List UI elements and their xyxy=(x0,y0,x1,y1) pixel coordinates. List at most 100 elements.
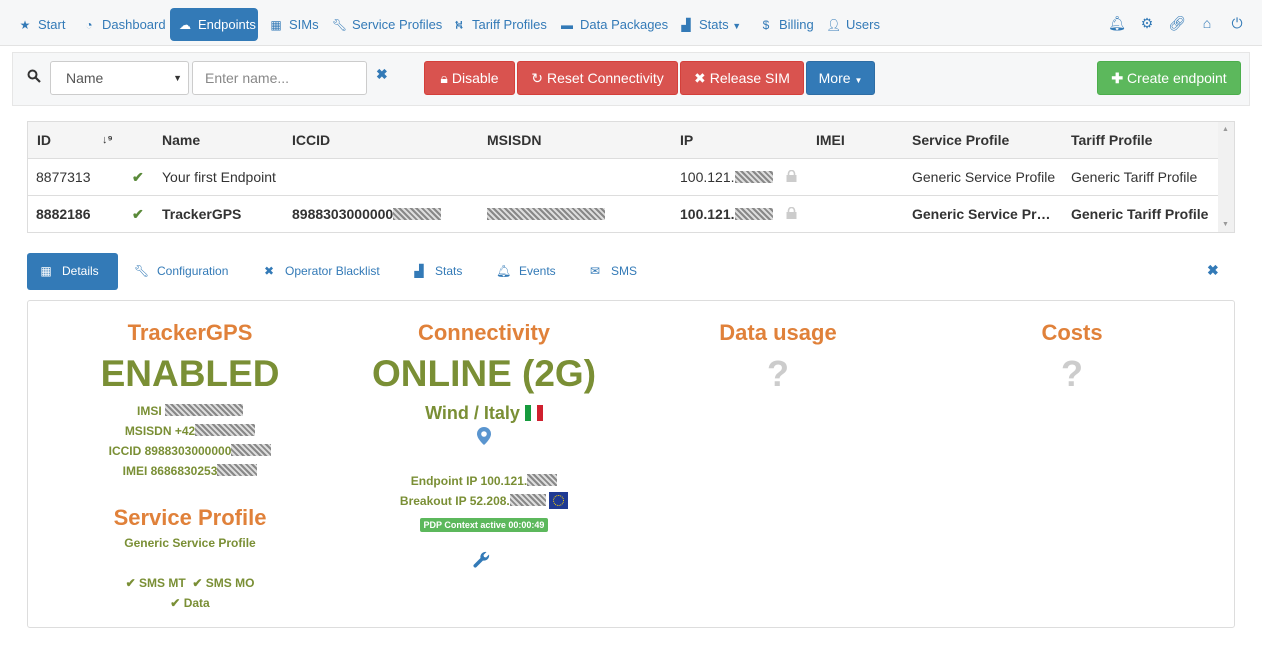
msisdn-line: MSISDN +42 xyxy=(60,424,320,438)
nav-users[interactable]: 👤︎ Users xyxy=(818,8,890,41)
nav-start[interactable]: ★ Start xyxy=(10,8,75,41)
nav-billing[interactable]: $ Billing xyxy=(751,8,824,41)
tab-details[interactable]: ▦ Details xyxy=(27,253,118,290)
column-header-msisdn[interactable]: MSISDN xyxy=(487,122,541,159)
plus-icon: ✚ xyxy=(1111,70,1124,86)
check-icon: ✔ xyxy=(132,169,144,185)
more-dropdown-button[interactable]: More ▼ xyxy=(806,61,875,95)
column-header-service-profile[interactable]: Service Profile xyxy=(912,122,1009,159)
costs-title: Costs xyxy=(1041,320,1103,345)
column-header-tariff-profile[interactable]: Tariff Profile xyxy=(1071,122,1152,159)
check-icon: ✔ xyxy=(170,596,181,610)
table-row[interactable]: 8877313 ✔ Your first Endpoint 100.121. G… xyxy=(28,159,1219,196)
x-icon: ✖ xyxy=(263,264,275,278)
nav-stats[interactable]: ▟ Stats ▼ xyxy=(671,8,751,41)
star-icon: ★ xyxy=(19,18,31,32)
search-icon xyxy=(27,69,41,83)
bar-chart-icon: ▟ xyxy=(414,264,424,278)
tab-sms[interactable]: ✉ SMS xyxy=(576,253,649,290)
check-icon: ✔ xyxy=(192,576,203,590)
imei-line: IMEI 8686830253 xyxy=(60,464,320,478)
grid-icon: ▦ xyxy=(40,264,52,278)
scroll-down-icon[interactable]: ▼ xyxy=(1222,221,1229,228)
check-icon: ✔ xyxy=(125,576,136,590)
cell-msisdn xyxy=(487,196,605,232)
redacted-text xyxy=(195,424,256,436)
cell-tariff-profile: Generic Tariff Profile xyxy=(1071,206,1209,222)
sort-icon[interactable]: ↓⁹ xyxy=(102,122,113,159)
wrench-icon: 🔧︎ xyxy=(134,264,150,278)
column-header-name[interactable]: Name xyxy=(162,122,200,159)
user-icon: 👤︎ xyxy=(826,18,842,32)
cell-id: 8877313 xyxy=(36,169,91,185)
redacted-text xyxy=(734,208,773,220)
tab-operator-blacklist[interactable]: ✖ Operator Blacklist xyxy=(250,253,392,290)
create-endpoint-button[interactable]: ✚ Create endpoint xyxy=(1097,61,1241,95)
name-search-input[interactable] xyxy=(192,61,367,95)
endpoints-table: ID ↓⁹ Name ICCID MSISDN IP IMEI Service … xyxy=(27,121,1235,233)
caret-down-icon: ▼ xyxy=(732,21,742,31)
table-scrollbar[interactable]: ▲ ▼ xyxy=(1218,122,1234,232)
cell-ip: 100.121. xyxy=(680,196,773,232)
endpoint-title: TrackerGPS xyxy=(127,320,253,345)
nav-endpoints[interactable]: ☁ Endpoints xyxy=(170,8,258,41)
column-header-iccid[interactable]: ICCID xyxy=(292,122,330,159)
costs-value: ? xyxy=(1061,353,1083,394)
redacted-text xyxy=(487,208,605,220)
gear-icon[interactable]: ⚙ xyxy=(1138,13,1156,33)
lock-icon xyxy=(786,196,797,232)
clear-filter-icon[interactable]: ✖ xyxy=(376,66,388,83)
cell-ip: 100.121. xyxy=(680,159,773,196)
release-sim-button[interactable]: ✖ Release SIM xyxy=(680,61,804,95)
filter-field-select[interactable]: Name ▼ xyxy=(50,61,189,95)
column-header-imei[interactable]: IMEI xyxy=(816,122,845,159)
wrench-icon[interactable] xyxy=(472,551,492,574)
redacted-text xyxy=(527,474,558,486)
connectivity-status: ONLINE (2G) xyxy=(371,353,597,394)
table-row[interactable]: 8882186 ✔ TrackerGPS 8988303000000 100.1… xyxy=(28,196,1219,232)
italy-flag-icon xyxy=(524,405,543,421)
close-details-icon[interactable]: ✖ xyxy=(1207,262,1219,279)
x-icon: ✖ xyxy=(694,70,706,86)
service-profile-features: ✔ SMS MT ✔ SMS MO xyxy=(125,576,255,590)
nav-data-packages[interactable]: ▬ Data Packages xyxy=(552,8,678,41)
tab-events[interactable]: 🔔︎ Events xyxy=(484,253,568,290)
nav-sims[interactable]: ▦ SIMs xyxy=(261,8,329,41)
caret-down-icon: ▼ xyxy=(854,76,863,85)
cell-id: 8882186 xyxy=(36,206,91,222)
cell-name: Your first Endpoint xyxy=(162,169,276,185)
top-navigation: ★ Start ◔ Dashboard ☁ Endpoints ▦ SIMs 🔧︎ Ser… xyxy=(0,0,1262,46)
nav-tariff-profiles[interactable]: ⛕︎ Tariff Profiles xyxy=(444,8,557,41)
redacted-text xyxy=(734,171,773,183)
cell-service-profile: Generic Service Pr… xyxy=(912,206,1051,222)
eu-flag-icon xyxy=(549,492,569,509)
select-caret-icon: ▼ xyxy=(173,73,182,83)
bell-icon[interactable]: 🔔︎ xyxy=(1108,13,1126,33)
nav-service-profiles[interactable]: 🔧︎ Service Profiles xyxy=(324,8,452,41)
redacted-text xyxy=(165,404,243,416)
tab-stats[interactable]: ▟ Stats xyxy=(400,253,474,290)
link-icon[interactable]: 🔗︎ xyxy=(1168,13,1186,33)
service-profile-name[interactable]: Generic Service Profile xyxy=(60,536,320,550)
column-header-ip[interactable]: IP xyxy=(680,122,693,159)
details-panel: TrackerGPS ENABLED IMSI MSISDN +42 ICCID… xyxy=(27,300,1235,628)
endpoint-ip-line: Endpoint IP 100.121. xyxy=(354,474,614,488)
envelope-icon: ✉ xyxy=(589,264,601,278)
nav-dashboard[interactable]: ◔ Dashboard xyxy=(74,8,176,41)
disable-button[interactable]: 🔒︎ Disable xyxy=(424,61,515,95)
home-icon[interactable]: ⌂ xyxy=(1198,13,1216,33)
breakout-ip-line: Breakout IP 52.208. xyxy=(354,492,614,509)
dashboard-icon: ◔ xyxy=(85,18,93,32)
cell-service-profile: Generic Service Profile xyxy=(912,169,1056,185)
reset-connectivity-button[interactable]: ↻ Reset Connectivity xyxy=(517,61,678,95)
briefcase-icon: ▬ xyxy=(561,18,573,32)
scroll-up-icon[interactable]: ▲ xyxy=(1222,126,1229,133)
map-marker-icon[interactable] xyxy=(474,427,494,448)
redacted-text xyxy=(509,494,546,506)
redacted-text xyxy=(393,208,442,220)
refresh-icon: ↻ xyxy=(531,70,543,86)
power-icon[interactable]: ⏻ xyxy=(1228,13,1246,33)
column-header-id[interactable]: ID xyxy=(37,122,51,159)
tab-configuration[interactable]: 🔧︎ Configuration xyxy=(122,253,240,290)
iccid-line: ICCID 8988303000000 xyxy=(60,444,320,458)
